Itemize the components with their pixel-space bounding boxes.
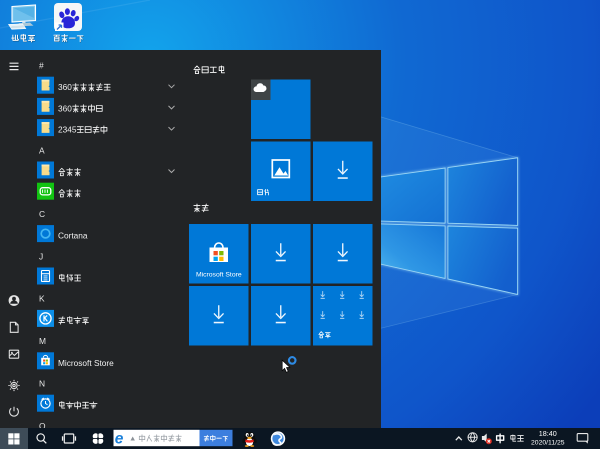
- svg-text:A: A: [39, 145, 45, 155]
- svg-text:360: 360: [58, 103, 72, 113]
- svg-text:Microsoft Store: Microsoft Store: [196, 272, 242, 279]
- svg-text:e: e: [115, 431, 124, 448]
- svg-text:C: C: [39, 209, 45, 219]
- svg-text:2345: 2345: [58, 125, 77, 135]
- svg-text:18:40: 18:40: [539, 429, 557, 438]
- svg-text:M: M: [39, 336, 46, 346]
- svg-text:2020/11/25: 2020/11/25: [531, 439, 565, 446]
- svg-text:K: K: [39, 294, 45, 304]
- svg-text:360: 360: [58, 82, 72, 92]
- svg-text:J: J: [39, 251, 43, 261]
- svg-text:Microsoft Store: Microsoft Store: [58, 358, 114, 368]
- svg-text:#: #: [39, 61, 44, 71]
- svg-text:N: N: [39, 379, 45, 389]
- svg-text:Cortana: Cortana: [58, 231, 88, 241]
